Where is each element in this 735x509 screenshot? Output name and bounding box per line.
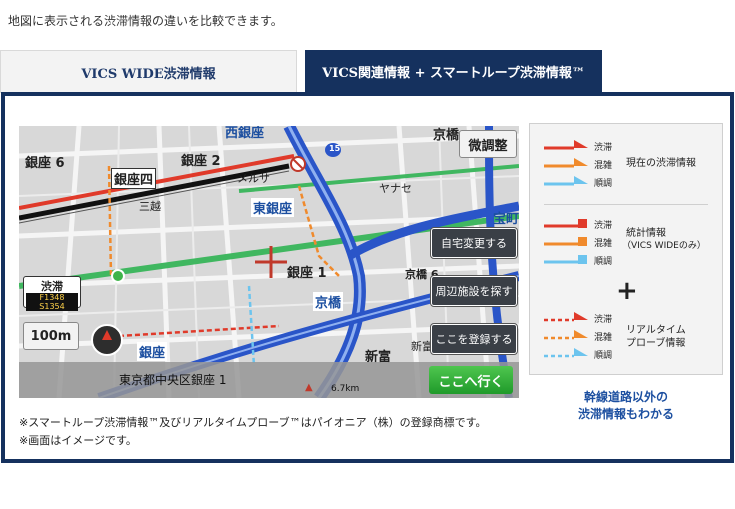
map-label-ginza6: 銀座 6 (25, 156, 65, 171)
tab-vics-smartloop[interactable]: VICS関連情報 + スマートループ渋滞情報™ (305, 50, 602, 93)
nearby-search-button[interactable]: 周辺施設を探す (431, 276, 517, 306)
legend-stats-smooth: 順調 (594, 257, 613, 267)
trademark-note: ※スマートループ渋滞情報™及びリアルタイムプローブ™はパイオニア（株）の登録商標… (19, 416, 487, 429)
map-label-melsa: メルサ (237, 172, 270, 185)
map-label-ginza4-crossing: 銀座四 (111, 168, 157, 189)
comparison-panel: 西銀座 京橋 銀座 6 銀座 2 銀座四 メルサ 三越 ヤナセ 東銀座 宝町 銀… (1, 92, 734, 463)
map-label-mitsukoshi: 三越 (139, 200, 161, 213)
callout-line-2: 渋滞情報もわかる (577, 407, 674, 421)
legend-realtime-subcaption: プローブ情報 (626, 338, 686, 349)
compass-icon[interactable] (91, 324, 123, 356)
traffic-legend: 渋滞 混雑 順調 現在の渋滞情報 渋滞 混雑 順調 統計情報 （VICS WID… (529, 123, 723, 375)
map-label-kyobashi: 京橋 (433, 128, 460, 143)
address-text: 東京都中央区銀座 1 (119, 373, 227, 387)
plus-icon: + (616, 276, 638, 306)
legend-stats-busy: 混雑 (594, 239, 613, 249)
map-label-ginza2: 銀座 2 (181, 154, 221, 169)
go-here-button[interactable]: ここへ行く (429, 366, 513, 394)
distance-text: 6.7km (331, 384, 360, 394)
set-home-button[interactable]: 自宅変更する (431, 228, 517, 258)
legend-current-jam: 渋滞 (594, 143, 613, 153)
register-point-button[interactable]: ここを登録する (431, 324, 517, 354)
map-label-ginza: 銀座 (137, 342, 168, 361)
jam-info-box[interactable]: 渋滞 F1348 S1354 (23, 276, 81, 311)
legend-stats-caption: 統計情報 (626, 228, 666, 239)
legend-stats-subcaption: （VICS WIDEのみ） (622, 241, 706, 251)
map-label-takara: 宝町 (493, 212, 519, 227)
image-note: ※画面はイメージです。 (19, 434, 137, 447)
legend-current-busy: 混雑 (594, 161, 613, 171)
map-label-nishiginza: 西銀座 (225, 126, 265, 141)
navigation-map[interactable]: 西銀座 京橋 銀座 6 銀座 2 銀座四 メルサ 三越 ヤナセ 東銀座 宝町 銀… (19, 126, 519, 398)
map-bottom-bar: 東京都中央区銀座 1 ▲ 6.7km ここへ行く (19, 362, 519, 398)
map-label-higashiginza: 東銀座 (251, 198, 295, 217)
map-label-yanase: ヤナセ (379, 182, 412, 195)
tab-vics-wide[interactable]: VICS WIDE渋滞情報 (0, 50, 297, 93)
route-15-icon: 15 (329, 144, 341, 153)
jam-code: F1348 S1354 (26, 293, 78, 311)
legend-stats-jam: 渋滞 (594, 221, 613, 231)
direction-arrow-icon: ▲ (305, 382, 313, 393)
legend-divider (544, 204, 708, 205)
intro-text: 地図に表示される渋滞情報の違いを比較できます。 (8, 14, 283, 28)
map-label-kyobashi-bottom: 京橋 (313, 292, 344, 311)
legend-realtime-busy: 混雑 (594, 333, 613, 343)
callout-text: 幹線道路以外の 渋滞情報もわかる (529, 389, 723, 423)
map-graphics (19, 126, 519, 398)
scale-indicator[interactable]: 100m (23, 322, 79, 350)
legend-current-smooth: 順調 (594, 179, 613, 189)
map-label-ginza1: 銀座 1 (287, 266, 327, 281)
callout-line-1: 幹線道路以外の (583, 390, 668, 404)
legend-realtime-smooth: 順調 (594, 351, 613, 361)
jam-label: 渋滞 (41, 280, 63, 293)
legend-current-caption: 現在の渋滞情報 (626, 158, 696, 169)
fine-tune-button[interactable]: 微調整 (459, 130, 517, 158)
legend-realtime-jam: 渋滞 (594, 315, 613, 325)
legend-realtime-caption: リアルタイム (626, 325, 686, 336)
